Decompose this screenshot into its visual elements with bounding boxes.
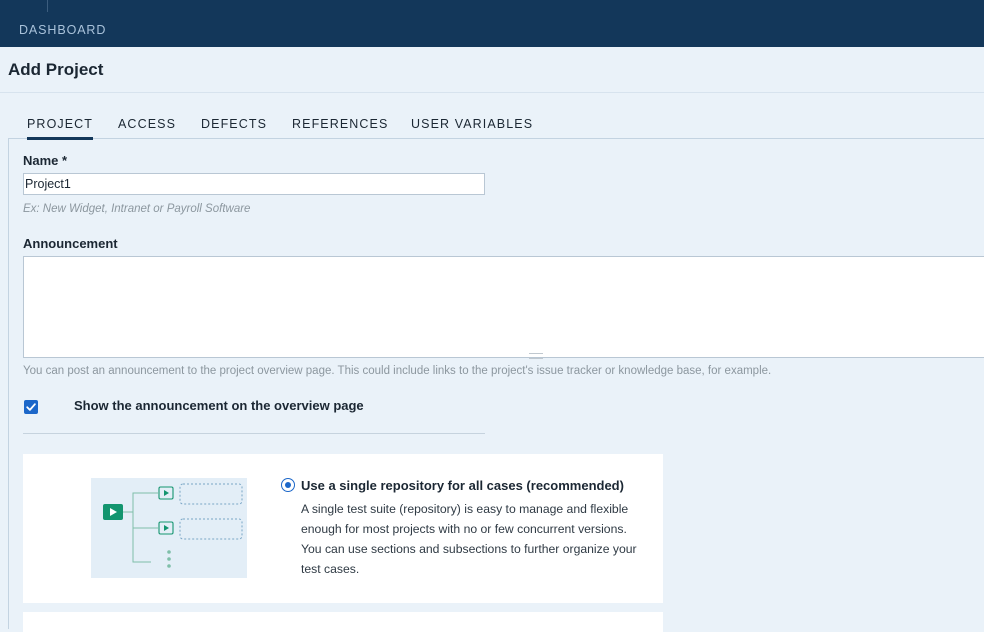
radio-selected-dot [284,481,291,488]
tab-user-variables[interactable]: USER VARIABLES [411,115,533,137]
textarea-resize-handle[interactable] [529,353,543,359]
top-nav-bar: DASHBOARD [0,0,984,47]
tab-references[interactable]: REFERENCES [292,115,388,137]
dashboard-link[interactable]: DASHBOARD [19,23,106,37]
folder-tree-icon [91,478,247,578]
show-announcement-checkbox[interactable] [24,400,38,414]
tab-project[interactable]: PROJECT [27,115,94,140]
nav-separator [47,0,48,12]
repository-option-title[interactable]: Use a single repository for all cases (r… [301,478,624,493]
checkmark-icon [26,403,36,411]
title-divider [0,92,984,93]
name-label: Name * [23,153,68,168]
show-announcement-label[interactable]: Show the announcement on the overview pa… [74,398,364,413]
page-title: Add Project [8,60,104,79]
tab-access[interactable]: ACCESS [118,115,176,137]
section-divider [23,433,485,434]
announcement-textarea[interactable] [23,256,984,358]
project-name-input[interactable] [23,173,485,195]
repository-option-card-next[interactable] [23,612,663,632]
name-hint: Ex: New Widget, Intranet or Payroll Soft… [23,203,251,215]
repository-option-description: A single test suite (repository) is easy… [301,502,637,576]
announcement-hint: You can post an announcement to the proj… [23,365,772,377]
tab-defects[interactable]: DEFECTS [201,115,267,137]
announcement-label: Announcement [23,236,118,251]
single-repository-radio[interactable] [281,478,295,492]
